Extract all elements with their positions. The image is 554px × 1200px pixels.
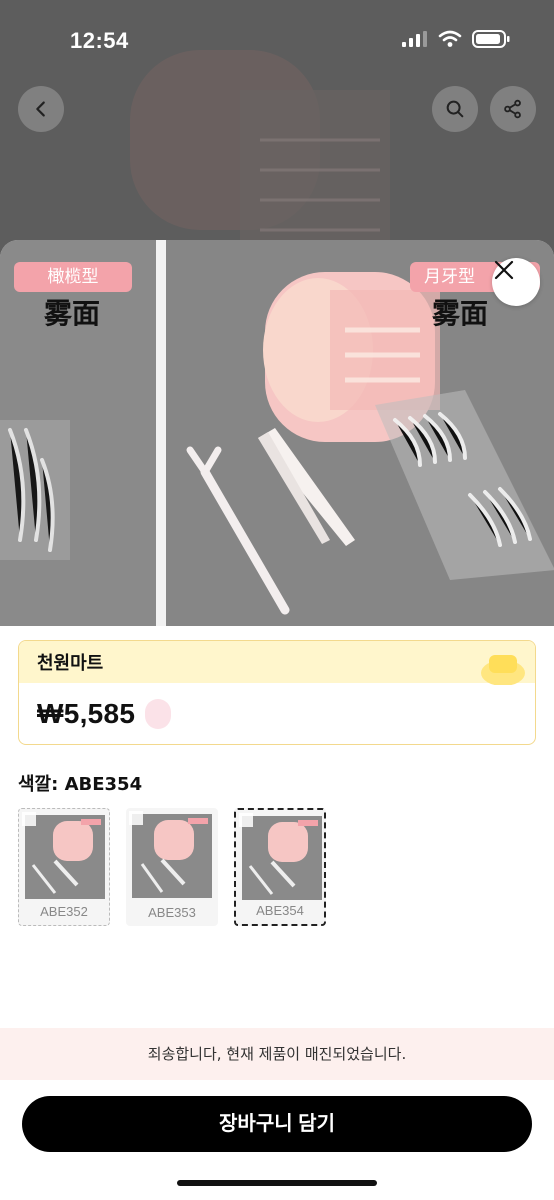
seller-header: 천원마트 [19, 641, 535, 683]
chevron-left-icon [36, 101, 45, 117]
swatch-label: ABE352 [40, 904, 88, 919]
option-bottom-sheet: 橄榄型 雾面 月牙型 雾面 천원마트 ₩5,585 색깔: ABE354 ABE… [0, 240, 554, 1200]
seller-name: 천원마트 [37, 653, 104, 674]
search-button[interactable] [432, 86, 478, 132]
search-icon [446, 100, 464, 118]
expand-icon [129, 811, 143, 825]
wifi-icon [438, 30, 462, 47]
sold-out-notice: 죄송합니다, 현재 제품이 매진되었습니다. [0, 1028, 554, 1080]
close-button[interactable] [492, 258, 540, 306]
expand-icon [22, 812, 36, 826]
status-bar: 12:54 [0, 0, 554, 80]
swatch-abe353[interactable]: ABE353 [126, 808, 218, 926]
share-button[interactable] [490, 86, 536, 132]
swatch-abe352[interactable]: ABE352 [18, 808, 110, 926]
mascot-icon [481, 655, 525, 685]
price-card: 천원마트 ₩5,585 [18, 640, 536, 745]
swatch-thumbnail [242, 816, 322, 900]
price-row: ₩5,585 [19, 683, 535, 744]
swatch-label: ABE353 [148, 905, 196, 920]
right-finish-label: 雾面 [432, 297, 489, 330]
status-time: 12:54 [70, 28, 129, 53]
close-icon [494, 260, 514, 280]
option-label: 색깔: ABE354 [18, 774, 143, 795]
share-icon [504, 99, 521, 119]
swatch-abe354[interactable]: ABE354 [234, 808, 326, 926]
left-type-tag: 橄榄型 [14, 262, 132, 292]
swatch-thumbnail [25, 815, 105, 899]
swatch-label: ABE354 [256, 903, 304, 918]
swatch-thumbnail [132, 814, 212, 898]
add-to-cart-button[interactable]: 장바구니 담기 [22, 1096, 532, 1152]
product-image: 橄榄型 雾面 月牙型 雾面 [0, 240, 554, 626]
status-icons [402, 30, 510, 48]
price-badge [145, 699, 172, 729]
left-finish-label: 雾面 [44, 297, 101, 330]
expand-icon [239, 813, 253, 827]
price-value: ₩5,585 [37, 698, 136, 729]
back-button[interactable] [18, 86, 64, 132]
color-swatches: ABE352 ABE353 ABE354 [18, 808, 326, 926]
signal-icon [402, 31, 427, 47]
home-indicator [177, 1180, 377, 1186]
battery-icon [472, 30, 510, 48]
